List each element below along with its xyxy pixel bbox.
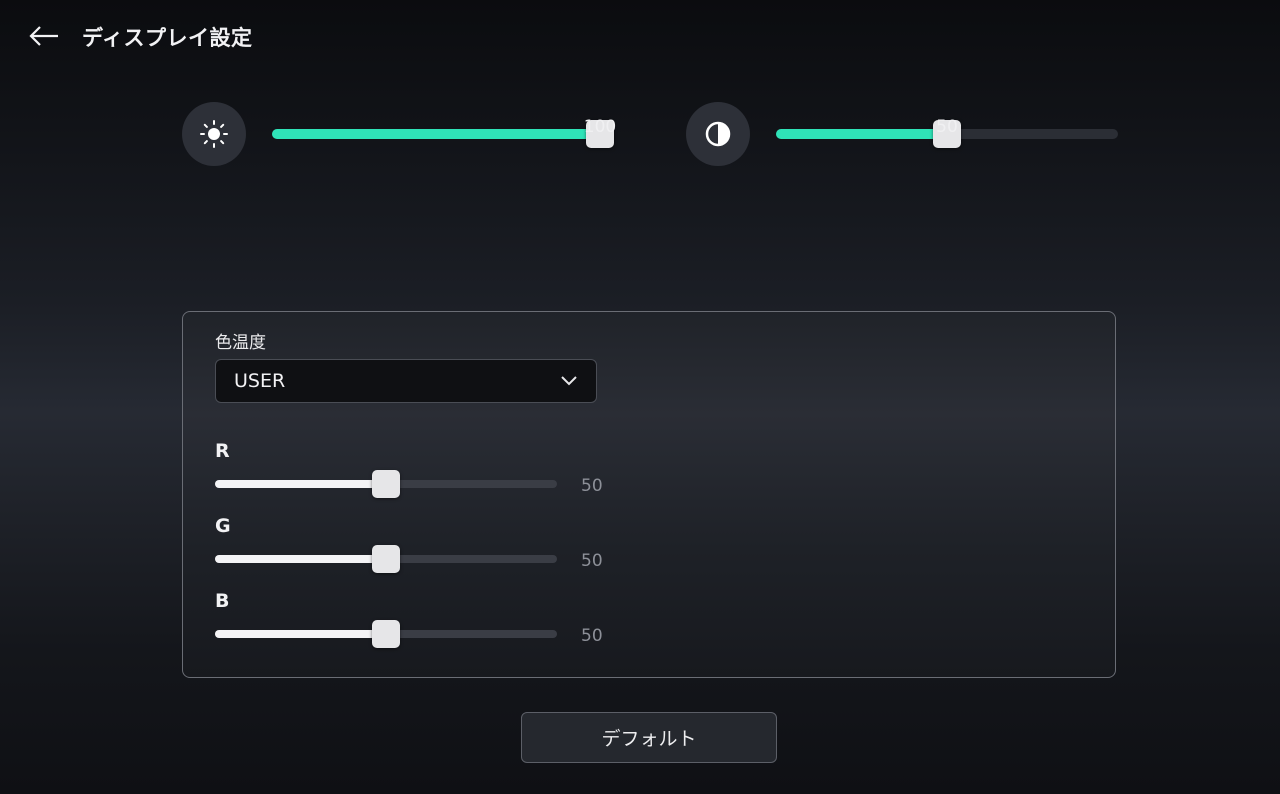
arrow-left-icon <box>29 26 58 46</box>
blue-slider-thumb[interactable] <box>372 620 400 648</box>
red-slider[interactable] <box>215 470 557 498</box>
blue-value: 50 <box>581 626 603 646</box>
color-temperature-label: 色温度 <box>215 333 266 353</box>
sun-icon <box>200 120 228 148</box>
red-label: R <box>215 440 230 462</box>
contrast-control: 50 <box>686 102 1126 166</box>
blue-slider[interactable] <box>215 620 557 648</box>
red-slider-thumb[interactable] <box>372 470 400 498</box>
green-slider-thumb[interactable] <box>372 545 400 573</box>
contrast-value: 50 <box>936 117 958 137</box>
contrast-icon-button <box>686 102 750 166</box>
page-title: ディスプレイ設定 <box>82 26 253 50</box>
red-value: 50 <box>581 476 603 496</box>
default-button[interactable]: デフォルト <box>521 712 777 763</box>
brightness-value: 100 <box>583 117 617 137</box>
brightness-slider-fill <box>272 129 600 139</box>
blue-label: B <box>215 590 230 612</box>
color-temperature-select[interactable]: USER <box>215 359 597 403</box>
blue-slider-fill <box>215 630 386 638</box>
chevron-down-icon <box>561 376 577 386</box>
red-slider-fill <box>215 480 386 488</box>
green-slider-fill <box>215 555 386 563</box>
contrast-icon <box>705 121 731 147</box>
color-temperature-selected-value: USER <box>234 370 286 392</box>
green-slider[interactable] <box>215 545 557 573</box>
green-value: 50 <box>581 551 603 571</box>
brightness-slider[interactable]: 100 <box>272 117 616 148</box>
contrast-slider-fill <box>776 129 947 139</box>
contrast-slider[interactable]: 50 <box>776 117 1118 148</box>
green-label: G <box>215 515 231 537</box>
brightness-icon-button <box>182 102 246 166</box>
brightness-control: 100 <box>182 102 622 166</box>
back-button[interactable] <box>28 22 62 50</box>
color-temperature-panel: 色温度 USER R 50 G 50 B 50 <box>182 311 1116 678</box>
